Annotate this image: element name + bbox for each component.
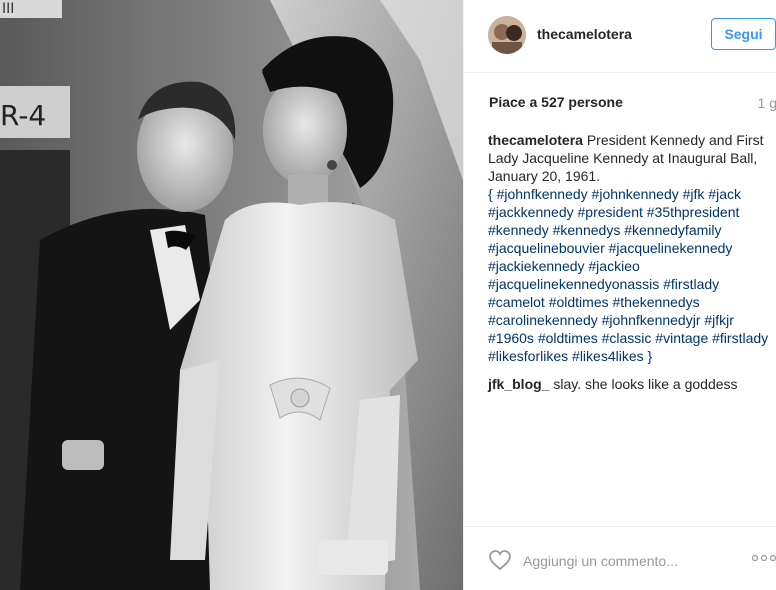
post-header: thecamelotera Segui (464, 0, 776, 73)
likes-count[interactable]: Piace a 527 persone (489, 94, 623, 110)
username[interactable]: thecamelotera (537, 26, 632, 42)
timestamp[interactable]: 1 g (758, 95, 776, 111)
caption-comment: thecamelotera President Kennedy and Firs… (488, 131, 776, 365)
comments-list: thecamelotera President Kennedy and Firs… (488, 131, 776, 403)
follow-button[interactable]: Segui (711, 18, 776, 50)
avatar[interactable] (488, 16, 526, 54)
post-sidebar: thecamelotera Segui Piace a 527 persone … (463, 0, 776, 590)
hashtag-open: { (488, 186, 497, 202)
comment-text: slay. she looks like a goddess (553, 376, 738, 392)
hashtag-close: } (643, 348, 653, 364)
svg-text:III: III (2, 1, 14, 17)
heart-icon[interactable] (488, 549, 512, 571)
post-footer: Aggiungi un commento... (464, 526, 776, 590)
hashtags[interactable]: #johnfkennedy #johnkennedy #jfk #jack #j… (488, 186, 768, 364)
comment-author[interactable]: thecamelotera (488, 132, 583, 148)
post-photo[interactable]: R-4 III (0, 0, 463, 590)
comment-author[interactable]: jfk_blog_ (488, 376, 549, 392)
comment: jfk_blog_ slay. she looks like a goddess (488, 375, 776, 393)
svg-text:R-4: R-4 (0, 99, 46, 132)
likes-row: Piace a 527 persone 1 g (488, 94, 776, 114)
more-options-icon[interactable] (751, 551, 776, 565)
add-comment-input[interactable]: Aggiungi un commento... (523, 553, 678, 569)
